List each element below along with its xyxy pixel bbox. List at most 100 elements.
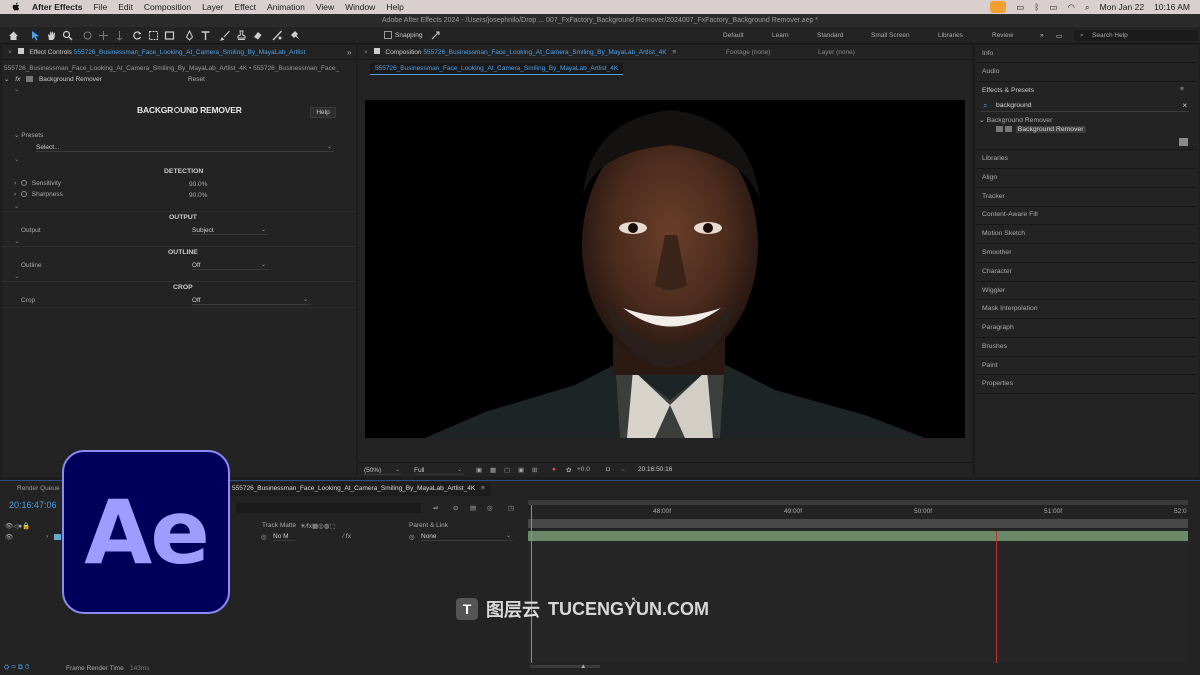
toggle-mask-icon[interactable]: ▢ bbox=[504, 466, 510, 474]
workspace-default[interactable]: Default bbox=[723, 32, 744, 39]
parent-pickwhip-icon[interactable]: ◎ bbox=[409, 533, 415, 541]
graph-editor-icon[interactable]: ◳ bbox=[508, 504, 514, 512]
content-aware-fill-label[interactable]: Content-Aware Fill bbox=[982, 211, 1038, 218]
selection-tool-icon[interactable] bbox=[30, 30, 41, 41]
type-tool-icon[interactable] bbox=[200, 30, 211, 41]
menu-composition[interactable]: Composition bbox=[144, 2, 191, 12]
apple-icon[interactable] bbox=[10, 2, 22, 12]
composition-tab-name[interactable]: 555726_Businessman_Face_Looking_At_Camer… bbox=[423, 49, 666, 56]
anchor-tool-icon[interactable] bbox=[148, 30, 159, 41]
puppet-pin-icon[interactable] bbox=[290, 30, 301, 41]
sensitivity-row[interactable]: › Sensitivity bbox=[14, 180, 61, 187]
layer-expand-icon[interactable]: › bbox=[46, 533, 48, 540]
layer-switches-icon[interactable]: ☀⁄fx▦◎◍⬚ bbox=[300, 522, 336, 530]
orbit-tool-icon[interactable] bbox=[82, 30, 93, 41]
footage-tab[interactable]: Footage (none) bbox=[726, 49, 770, 56]
effect-item-background-remover[interactable]: Background Remover bbox=[996, 126, 1086, 133]
rotate-tool-icon[interactable] bbox=[132, 30, 143, 41]
transparency-grid-icon[interactable]: ▦ bbox=[490, 466, 496, 474]
effect-toggle-icon[interactable]: ⌄ bbox=[4, 76, 9, 83]
zoom-dropdown[interactable]: (50%) ⌄ bbox=[364, 466, 402, 475]
close-icon[interactable]: × bbox=[364, 49, 368, 56]
timeline-timecode[interactable]: 20:16:47:06 bbox=[9, 500, 57, 510]
menu-window[interactable]: Window bbox=[345, 2, 375, 12]
viewer-timecode[interactable]: 20:16:50:16 bbox=[638, 466, 672, 473]
layer-quality-icon[interactable]: ⁄ fx bbox=[343, 533, 351, 540]
camera-snapshot-icon[interactable]: ◘ bbox=[606, 466, 610, 473]
mask-interpolation-label[interactable]: Mask Interpolation bbox=[982, 305, 1038, 312]
exposure-value[interactable]: +0.0 bbox=[577, 466, 590, 473]
track-matte-dropdown[interactable]: No M bbox=[273, 532, 295, 541]
effects-presets-label[interactable]: Effects & Presets bbox=[982, 87, 1034, 94]
snap-options-icon[interactable] bbox=[430, 30, 441, 41]
exposure-icon[interactable]: ✿ bbox=[566, 466, 571, 474]
stopwatch-icon[interactable] bbox=[20, 180, 27, 187]
workspace-learn[interactable]: Learn bbox=[772, 32, 789, 39]
wiggler-label[interactable]: Wiggler bbox=[982, 287, 1005, 294]
parent-dropdown[interactable]: None ⌄ bbox=[421, 532, 513, 541]
clone-stamp-icon[interactable] bbox=[236, 30, 247, 41]
pen-tool-icon[interactable] bbox=[184, 29, 195, 41]
eraser-icon[interactable] bbox=[252, 30, 263, 41]
menu-help[interactable]: Help bbox=[386, 2, 403, 12]
paint-label[interactable]: Paint bbox=[982, 362, 998, 369]
sharpness-row[interactable]: › Sharpness bbox=[14, 191, 63, 198]
presets-row[interactable]: ⌄ Presets bbox=[14, 131, 43, 139]
snapping-checkbox[interactable] bbox=[384, 31, 392, 39]
sensitivity-value[interactable]: 90.0% bbox=[189, 181, 207, 188]
resolution-dropdown[interactable]: Full ⌄ bbox=[414, 466, 464, 475]
effects-category[interactable]: ⌄ Background Remover bbox=[979, 116, 1052, 124]
microphone-icon[interactable] bbox=[990, 1, 1007, 13]
work-area-bar[interactable] bbox=[528, 500, 1188, 505]
menubar-time[interactable]: 10:16 AM bbox=[1154, 2, 1190, 12]
composition-tab[interactable]: × Composition 555726_Businessman_Face_Lo… bbox=[358, 45, 972, 60]
panel-menu-icon[interactable]: ≡ bbox=[1180, 86, 1184, 93]
tracker-panel-label[interactable]: Tracker bbox=[982, 193, 1005, 200]
grid-icon[interactable]: ⊞ bbox=[532, 466, 537, 474]
effects-search-input[interactable]: ⌕ background × bbox=[981, 101, 1189, 112]
zoom-tool-icon[interactable] bbox=[62, 30, 73, 41]
workspace-standard[interactable]: Standard bbox=[817, 32, 843, 39]
panel-lock-icon[interactable] bbox=[373, 48, 380, 54]
outline-dropdown[interactable]: Off ⌄ bbox=[192, 261, 268, 270]
comp-flowchart-icon[interactable]: ⇌ bbox=[433, 504, 438, 512]
collapse-arrow-icon[interactable]: ⌄ bbox=[14, 272, 19, 280]
fx-toggle[interactable]: fx bbox=[15, 76, 20, 83]
composition-viewer[interactable] bbox=[365, 100, 965, 438]
workspace-review[interactable]: Review bbox=[992, 32, 1013, 39]
effect-header[interactable]: ⌄ fx Background Remover bbox=[4, 75, 102, 83]
menu-effect[interactable]: Effect bbox=[234, 2, 256, 12]
menu-app-name[interactable]: After Effects bbox=[32, 2, 83, 12]
expand-arrow-icon[interactable]: › bbox=[14, 180, 16, 187]
search-help-input[interactable]: ⌕ Search Help bbox=[1074, 30, 1198, 41]
timeline-comp-tab[interactable]: 555726_Businessman_Face_Looking_At_Camer… bbox=[226, 482, 491, 496]
spotlight-icon[interactable]: ⌕ bbox=[1085, 2, 1090, 13]
panel-overflow-icon[interactable]: » bbox=[347, 48, 351, 57]
menubar-date[interactable]: Mon Jan 22 bbox=[1100, 2, 1144, 12]
menu-file[interactable]: File bbox=[94, 2, 108, 12]
collapse-arrow-icon[interactable]: ⌄ bbox=[14, 155, 19, 163]
timeline-search-input[interactable] bbox=[236, 503, 421, 513]
workspace-small-screen[interactable]: Small Screen bbox=[871, 32, 910, 39]
panel-menu-icon[interactable]: ≡ bbox=[672, 49, 676, 56]
smoother-label[interactable]: Smoother bbox=[982, 249, 1011, 256]
current-time-indicator[interactable] bbox=[531, 505, 532, 663]
zoom-slider[interactable] bbox=[530, 665, 600, 668]
motion-blur-icon[interactable]: ◎ bbox=[487, 504, 493, 512]
layer-duration-bar[interactable] bbox=[528, 531, 1188, 541]
composition-subtab[interactable]: 555726_Businessman_Face_Looking_At_Camer… bbox=[370, 63, 624, 75]
bluetooth-icon[interactable]: ᛒ bbox=[1034, 2, 1039, 12]
character-label[interactable]: Character bbox=[982, 268, 1012, 275]
hand-tool-icon[interactable] bbox=[46, 30, 57, 41]
sharpness-value[interactable]: 90.0% bbox=[189, 192, 207, 199]
pan-tool-icon[interactable] bbox=[98, 30, 109, 41]
presets-dropdown[interactable]: Select... ⌄ bbox=[36, 143, 334, 152]
render-queue-tab[interactable]: Render Queue bbox=[17, 485, 60, 492]
help-button[interactable]: Help bbox=[310, 107, 336, 118]
fit-view-icon[interactable]: ▣ bbox=[476, 466, 482, 474]
zoom-in-icon[interactable]: ▲ bbox=[580, 663, 586, 670]
track-matte-link-icon[interactable]: ◎ bbox=[261, 533, 267, 541]
show-snapshot-icon[interactable]: ⌁ bbox=[621, 466, 625, 474]
motion-sketch-label[interactable]: Motion Sketch bbox=[982, 230, 1025, 237]
layer-visibility-icon[interactable]: 👁 bbox=[5, 533, 13, 541]
